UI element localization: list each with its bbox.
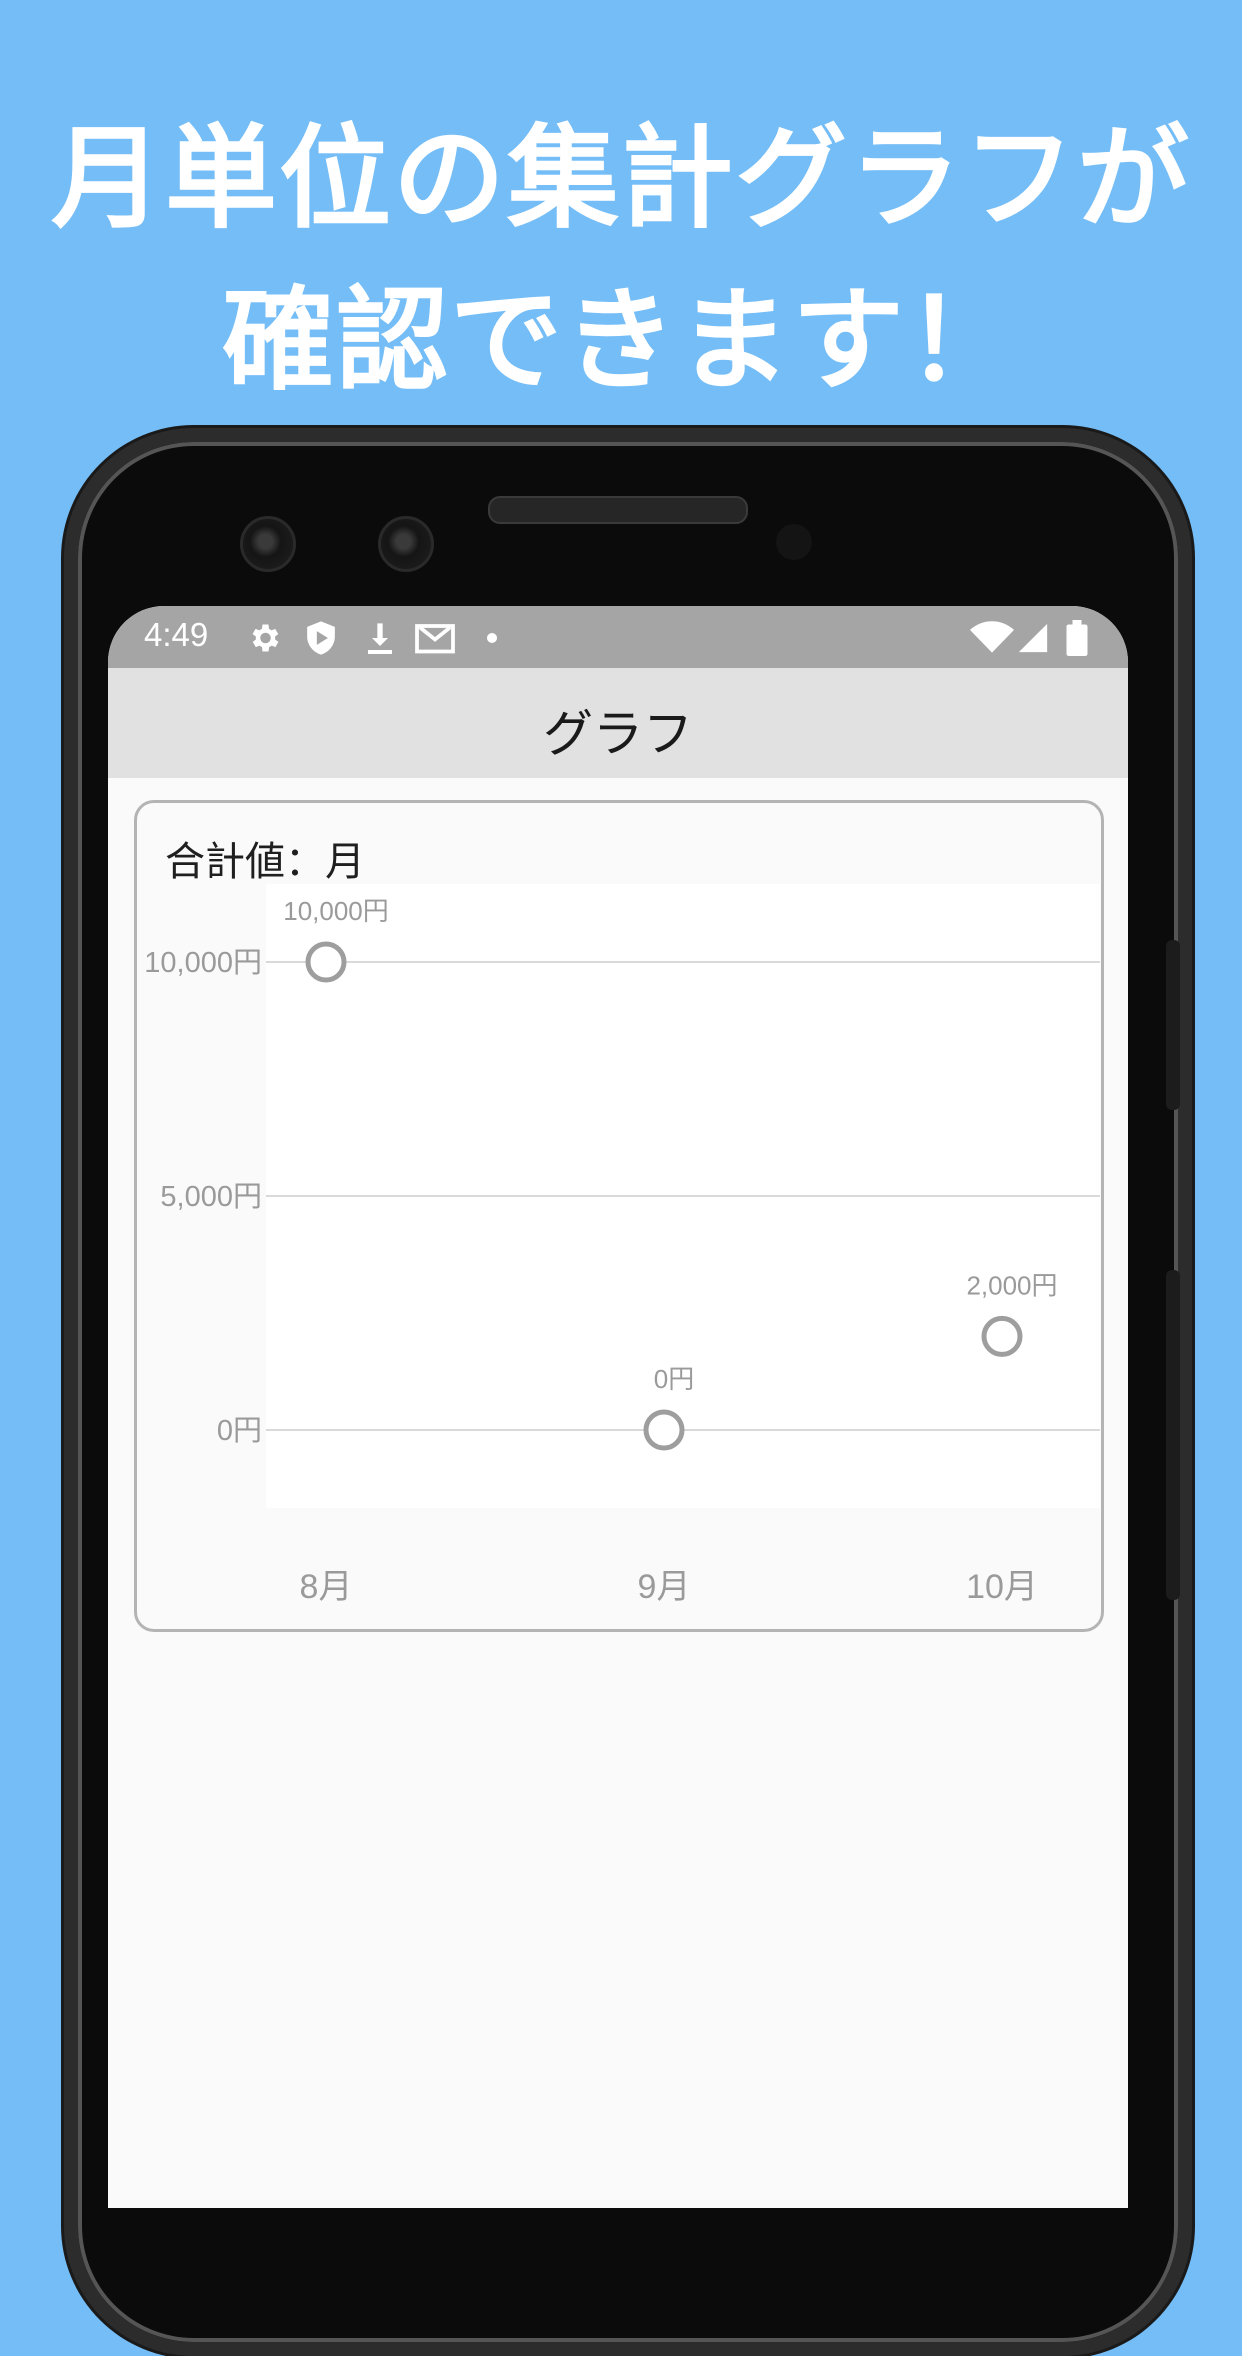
y-tick-label: 5,000円 — [160, 1181, 262, 1213]
x-tick-label: 9月 — [638, 1568, 691, 1606]
data-label: 0円 — [654, 1364, 694, 1394]
front-camera-right — [378, 516, 434, 572]
y-tick-label: 10,000円 — [144, 947, 262, 979]
volume-button — [1166, 1270, 1180, 1600]
data-point — [981, 1315, 1023, 1357]
headline-line-2: 確認できます！ — [222, 276, 1020, 406]
earpiece-speaker — [488, 496, 748, 524]
phone-screen: 4:49 グラフ 合計値：月 0円 5,000円 10,000円 8月 9月 1… — [108, 606, 1128, 2208]
proximity-sensor — [776, 524, 812, 560]
data-point — [643, 1409, 685, 1451]
front-camera-left — [240, 516, 296, 572]
data-label: 2,000円 — [966, 1270, 1057, 1300]
y-tick-label: 0円 — [217, 1415, 262, 1447]
power-button — [1166, 940, 1180, 1110]
data-point — [305, 941, 347, 983]
data-label: 10,000円 — [283, 896, 389, 926]
monthly-total-chart: 0円 5,000円 10,000円 8月 9月 10月 10,000円 0円 2,000円 — [144, 884, 1100, 1606]
x-tick-label: 10月 — [966, 1568, 1038, 1606]
headline-line-1: 月単位の集計グラフが — [51, 114, 1191, 244]
x-tick-label: 8月 — [300, 1568, 353, 1606]
